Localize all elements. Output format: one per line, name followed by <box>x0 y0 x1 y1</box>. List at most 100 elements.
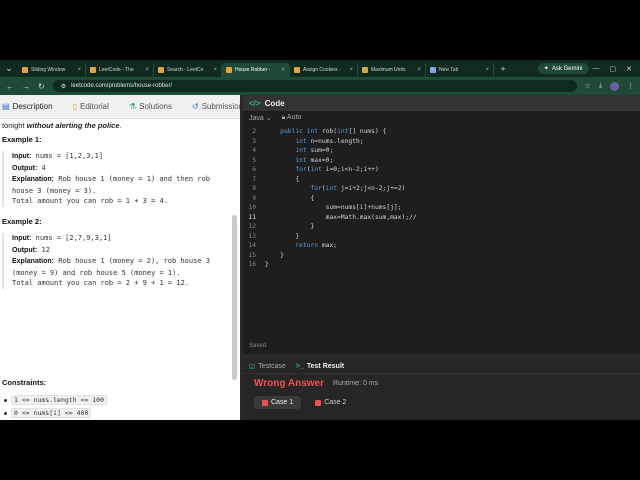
tab-submissions[interactable]: ↺Submissions <box>192 102 240 111</box>
code-text: return max; <box>295 242 338 250</box>
constraint-item: 1 <= nums.length <= 100 <box>4 395 108 405</box>
input-value: nums = [2,7,9,3,1] <box>31 234 112 242</box>
code-line[interactable]: 6 for(int i=0;i<n-2;i++) <box>243 165 640 175</box>
case-tab[interactable]: Case 2 <box>307 396 354 409</box>
browser-tab-strip: ⌄ Sliding Window × LeetCode - The × Search… <box>0 60 640 77</box>
example-1-title: Example 1: <box>2 135 42 144</box>
editorial-icon: ▯ <box>72 102 77 111</box>
intro-end: . <box>119 121 122 130</box>
flask-icon: ⚗ <box>128 102 137 111</box>
intro-text: tonight <box>2 121 27 130</box>
favicon-icon <box>362 67 368 73</box>
browser-tab[interactable]: LeetCode - The × <box>86 63 154 77</box>
avatar[interactable] <box>610 81 619 91</box>
language-select[interactable]: Java ⌄ <box>249 114 272 122</box>
bookmark-star-icon[interactable]: ☆ <box>585 82 591 90</box>
browser-tab[interactable]: Maximum Units × <box>358 63 426 77</box>
code-line[interactable]: 13 } <box>243 232 640 242</box>
code-line[interactable]: 8 for(int j=i+2;j<n-2;j+=2) <box>243 184 640 194</box>
tab-testcase[interactable]: ☑ Testcase <box>249 363 286 371</box>
favicon-icon <box>22 67 28 73</box>
url-field[interactable]: ⚙ leetcode.com/problems/house-robber/ <box>52 80 577 92</box>
description-icon: ▤ <box>2 102 10 111</box>
code-line[interactable]: 3 int n=nums.length; <box>243 137 640 147</box>
saved-status: Saved <box>249 343 267 349</box>
tab-search-icon[interactable]: ⌄ <box>0 60 18 77</box>
code-lines[interactable]: 2 public int rob(int[] nums) {3 int n=nu… <box>243 127 640 270</box>
close-icon[interactable]: × <box>417 67 421 73</box>
line-number: 2 <box>252 128 256 136</box>
example-1-block: Input: nums = [1,2,3,1] Output: 4 Explan… <box>2 151 228 207</box>
checkbox-icon: ☑ <box>249 363 256 371</box>
line-number: 8 <box>252 185 256 193</box>
screen: ⌄ Sliding Window × LeetCode - The × Search… <box>0 60 640 420</box>
tab-editorial[interactable]: ▯ Editorial <box>73 102 109 111</box>
back-icon[interactable]: ← <box>6 82 14 91</box>
favicon-icon <box>158 67 164 73</box>
tab-test-result[interactable]: >_ Test Result <box>296 363 344 370</box>
close-icon[interactable]: × <box>145 67 149 73</box>
code-line[interactable]: 12 } <box>243 222 640 232</box>
tab-title: Search - LeetCo <box>167 67 204 73</box>
scrollbar[interactable] <box>232 215 237 380</box>
close-icon[interactable]: × <box>77 67 81 73</box>
intro-emphasis: without alerting the police <box>26 121 120 130</box>
favicon-icon <box>226 67 232 73</box>
browser-tab-active[interactable]: House Robber - × <box>222 63 290 77</box>
favicon-icon <box>430 67 436 73</box>
window-close-icon[interactable]: ✕ <box>626 65 632 73</box>
code-text: int n=nums.length; <box>295 137 364 145</box>
code-line[interactable]: 10 sum=nums[i]+nums[j]; <box>243 203 640 213</box>
code-line[interactable]: 11 max=Math.max(sum,max);// <box>243 213 640 223</box>
gemini-icon: ✦ <box>543 66 549 72</box>
tab-title: Maximum Units <box>371 67 406 73</box>
forward-icon[interactable]: → <box>22 82 30 91</box>
browser-tab[interactable]: New Tab × <box>426 63 494 77</box>
test-result-panel: ☑ Testcase >_ Test Result Wrong Answer Runt… <box>243 360 640 420</box>
menu-icon[interactable]: ⋮ <box>627 82 634 90</box>
code-line[interactable]: 9 { <box>243 194 640 204</box>
code-line[interactable]: 15 } <box>243 251 640 261</box>
code-line[interactable]: 14 return max; <box>243 241 640 251</box>
close-icon[interactable]: × <box>485 67 489 73</box>
download-icon[interactable]: ⤓ <box>599 82 602 90</box>
code-line[interactable]: 16} <box>243 260 640 270</box>
site-info-icon[interactable]: ⚙ <box>61 83 66 90</box>
address-bar-row: ← → ↻ ⚙ leetcode.com/problems/house-robb… <box>0 77 640 95</box>
tab-title: Sliding Window <box>31 67 66 73</box>
code-text: sum=nums[i]+nums[j]; <box>265 204 402 212</box>
runtime-text: Runtime: 0 ms <box>333 380 379 387</box>
reload-icon[interactable]: ↻ <box>38 82 45 91</box>
auto-mode[interactable]: 🔒︎ Auto <box>282 114 302 122</box>
line-number: 9 <box>252 194 256 202</box>
browser-tab[interactable]: Sliding Window × <box>18 63 86 77</box>
mode-label: Auto <box>286 114 302 121</box>
code-line[interactable]: 7 { <box>243 175 640 185</box>
tab-title: Assign Cookies - <box>303 67 341 73</box>
close-icon[interactable]: × <box>281 67 285 73</box>
browser-tab[interactable]: Search - LeetCo × <box>154 63 222 77</box>
new-tab-icon[interactable]: + <box>494 60 512 77</box>
output-value: 4 <box>37 163 46 172</box>
code-line[interactable]: 2 public int rob(int[] nums) { <box>243 127 640 137</box>
minimize-icon[interactable]: — <box>593 65 600 73</box>
maximize-icon[interactable]: ▢ <box>610 65 617 73</box>
tab-solutions[interactable]: ⚗ Solutions <box>129 102 172 111</box>
fail-icon <box>262 399 268 406</box>
description-panel: ▤ Description ▯ Editorial ⚗ Solutions ↺ Subm… <box>0 95 240 420</box>
code-line[interactable]: 5 int max=0; <box>243 156 640 166</box>
case-tab[interactable]: Case 1 <box>254 396 302 409</box>
output-value: 12 <box>37 245 50 254</box>
line-number: 3 <box>252 137 256 145</box>
code-line[interactable]: 4 int sum=0; <box>243 146 640 156</box>
tab-description[interactable]: ▤ Description <box>2 102 53 111</box>
toolbar-right: ☆ ⤓ ⋮ <box>585 81 634 91</box>
close-icon[interactable]: × <box>349 67 353 73</box>
tab-label: Editorial <box>79 102 109 111</box>
ask-gemini-button[interactable]: ✦ Ask Gemini <box>537 63 589 74</box>
tab-title: LeetCode - The <box>99 67 134 73</box>
browser-tab[interactable]: Assign Cookies - × <box>290 63 358 77</box>
tab-label: Solutions <box>139 102 172 111</box>
line-number: 16 <box>248 261 256 269</box>
close-icon[interactable]: × <box>213 67 217 73</box>
